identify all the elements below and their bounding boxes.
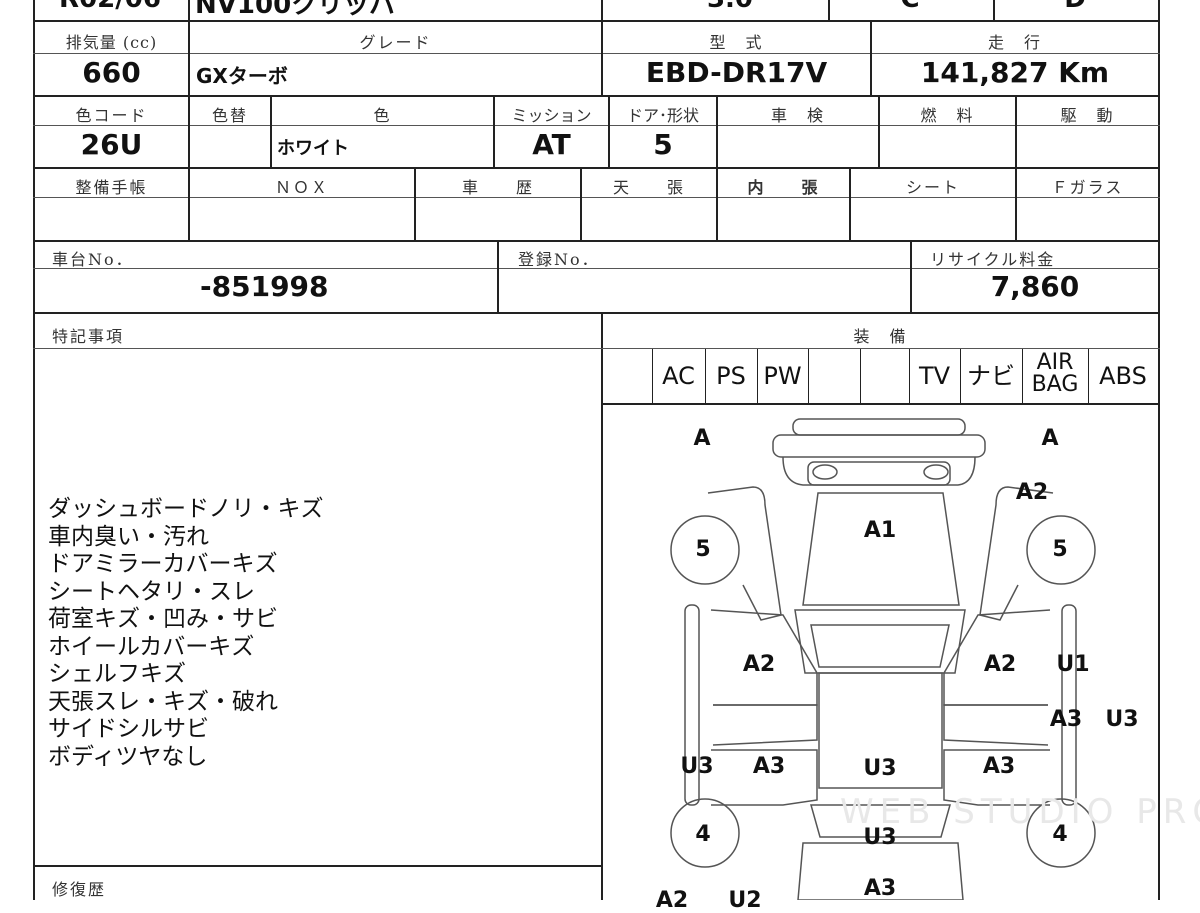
displacement-label: 排気量 (cc)	[65, 33, 158, 52]
recycle-fee-label: リサイクル料金	[930, 250, 1056, 269]
mission-label: ミッション	[511, 106, 592, 125]
front-glass-label: Ｆガラス	[1051, 178, 1124, 197]
maintenance-book-label: 整備手帳	[75, 178, 148, 197]
equipment-item: TV	[918, 362, 951, 390]
mileage-label: 走 行	[987, 33, 1042, 52]
registration-no-label: 登録No．	[518, 250, 600, 269]
note-line: ダッシュボードノリ・キズ	[48, 496, 324, 522]
model-name-value: NV100クリッパ	[195, 0, 396, 20]
damage-mark: U3	[863, 825, 897, 850]
damage-mark: A	[1041, 426, 1059, 451]
damage-mark: A3	[982, 754, 1016, 779]
note-line: 車内臭い・汚れ	[48, 523, 209, 550]
exterior-grade-value: D	[1010, 0, 1140, 14]
damage-mark: A3	[863, 876, 897, 901]
damage-mark: 4	[695, 822, 711, 847]
equipment-item: PW	[763, 362, 802, 390]
note-line: ボディツヤなし	[48, 743, 208, 770]
score-value: 3.0	[640, 0, 820, 14]
grade-label: グレード	[359, 33, 432, 52]
equipment-item: ABS	[1099, 362, 1147, 390]
damage-mark: A	[693, 426, 711, 451]
interior-grade-value: C	[850, 0, 970, 14]
note-line: 荷室キズ・凹み・サビ	[48, 606, 278, 632]
note-line: ホイールカバーキズ	[48, 633, 255, 660]
note-line: サイドシルサビ	[48, 716, 209, 742]
mission-value: AT	[532, 128, 571, 161]
equipment-title: 装 備	[853, 327, 908, 346]
date-value: R02/06	[40, 0, 180, 14]
color-value: ホワイト	[277, 138, 349, 159]
model-code-label: 型 式	[709, 33, 764, 52]
damage-mark: A2	[1015, 480, 1049, 505]
inspection-label: 車 検	[770, 106, 825, 125]
note-line: シートヘタリ・スレ	[48, 578, 255, 605]
vehicle-history-label: 車 歴	[461, 178, 534, 197]
fuel-label: 燃 料	[920, 106, 975, 125]
damage-mark: A3	[752, 754, 786, 779]
nox-label: ＮＯＸ	[274, 178, 329, 197]
damage-mark: A1	[863, 518, 897, 543]
equipment-item: PS	[716, 362, 746, 390]
color-code-label: 色コード	[75, 106, 148, 125]
door-label: ドア･形状	[626, 106, 699, 125]
damage-mark: U2	[728, 888, 762, 913]
color-change-label: 色替	[211, 106, 248, 125]
note-line: ドアミラーカバーキズ	[48, 551, 278, 577]
damage-mark: A2	[742, 652, 776, 677]
damage-mark: U3	[863, 756, 897, 781]
note-line: 天張スレ・キズ・破れ	[48, 688, 278, 715]
seat-label: シート	[905, 178, 960, 197]
recycle-fee-value: 7,860	[990, 270, 1080, 303]
door-value: 5	[653, 128, 673, 161]
damage-mark: 5	[695, 537, 711, 562]
equipment-item: ナビ	[967, 362, 1015, 390]
displacement-value: 660	[82, 56, 141, 89]
front-bumper-shape	[792, 418, 966, 436]
damage-mark: U1	[1056, 652, 1090, 677]
repair-history-title: 修復歴	[52, 880, 107, 899]
mileage-value: 141,827 Km	[920, 56, 1110, 89]
damage-mark: 5	[1052, 537, 1068, 562]
damage-mark: A3	[1049, 707, 1083, 732]
chassis-no-label: 車台No．	[52, 250, 134, 269]
note-line: シェルフキズ	[48, 661, 186, 687]
color-label: 色	[373, 106, 392, 125]
interior-trim-label: 内 張	[747, 178, 820, 197]
equipment-item: AIR BAG	[1031, 350, 1079, 397]
damage-mark: 4	[1052, 822, 1068, 847]
chassis-no-value: -851998	[200, 270, 329, 303]
damage-mark: A2	[983, 652, 1017, 677]
damage-mark: A2	[655, 888, 689, 913]
ceiling-label: 天 張	[612, 178, 685, 197]
damage-mark: U3	[680, 754, 714, 779]
special-notes-title: 特記事項	[52, 327, 125, 346]
damage-mark: U3	[1105, 707, 1139, 732]
grade-value: GXターボ	[196, 64, 288, 88]
equipment-item: AC	[662, 362, 695, 390]
color-code-value: 26U	[80, 128, 143, 161]
drive-label: 駆 動	[1060, 106, 1115, 125]
model-code-value: EBD-DR17V	[645, 56, 828, 89]
